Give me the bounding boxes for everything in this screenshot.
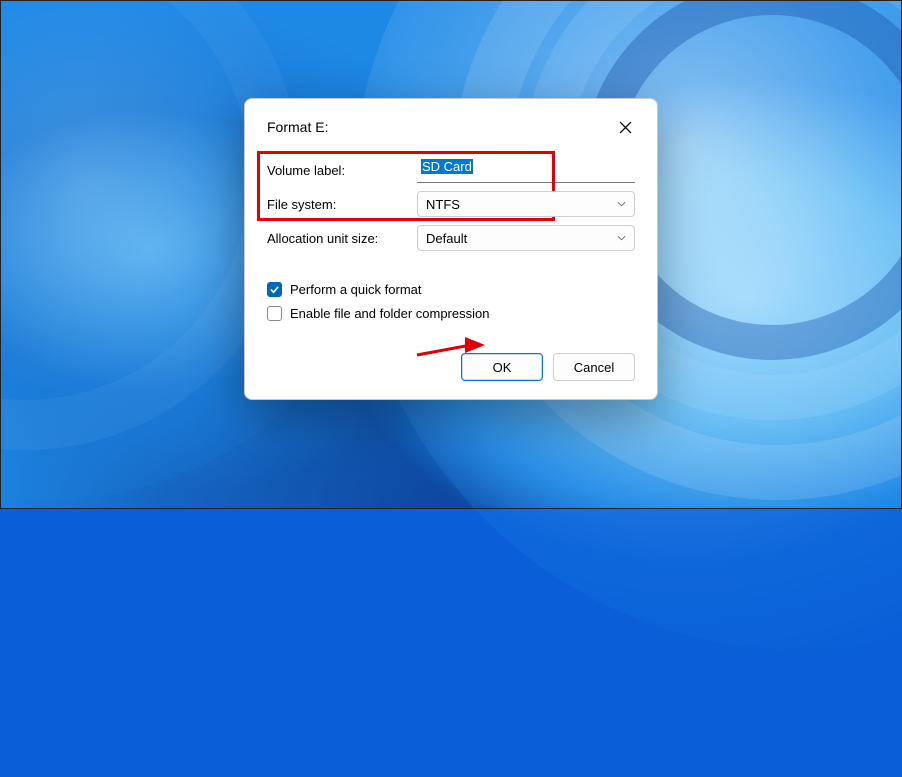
ok-button[interactable]: OK — [461, 353, 543, 381]
file-system-row: File system: NTFS — [267, 187, 635, 221]
compression-row: Enable file and folder compression — [267, 301, 635, 325]
dialog-title: Format E: — [267, 119, 328, 135]
allocation-dropdown[interactable]: Default — [417, 225, 635, 251]
allocation-value: Default — [426, 231, 467, 246]
file-system-dropdown[interactable]: NTFS — [417, 191, 635, 217]
allocation-row: Allocation unit size: Default — [267, 221, 635, 255]
compression-checkbox[interactable] — [267, 306, 282, 321]
volume-label-input[interactable]: SD Card — [417, 157, 635, 183]
format-dialog: Format E: Volume label: SD Card File sys… — [244, 98, 658, 400]
check-icon — [269, 284, 280, 295]
quick-format-checkbox[interactable] — [267, 282, 282, 297]
compression-label: Enable file and folder compression — [290, 306, 489, 321]
file-system-value: NTFS — [426, 197, 460, 212]
allocation-label: Allocation unit size: — [267, 231, 417, 246]
file-system-label: File system: — [267, 197, 417, 212]
volume-label-label: Volume label: — [267, 163, 417, 178]
close-button[interactable] — [611, 113, 639, 141]
quick-format-row: Perform a quick format — [267, 277, 635, 301]
quick-format-label: Perform a quick format — [290, 282, 422, 297]
chevron-down-icon — [617, 200, 626, 209]
chevron-down-icon — [617, 234, 626, 243]
cancel-button[interactable]: Cancel — [553, 353, 635, 381]
dialog-button-row: OK Cancel — [267, 353, 635, 381]
volume-label-row: Volume label: SD Card — [267, 153, 635, 187]
dialog-titlebar: Format E: — [245, 99, 657, 151]
close-icon — [619, 121, 632, 134]
